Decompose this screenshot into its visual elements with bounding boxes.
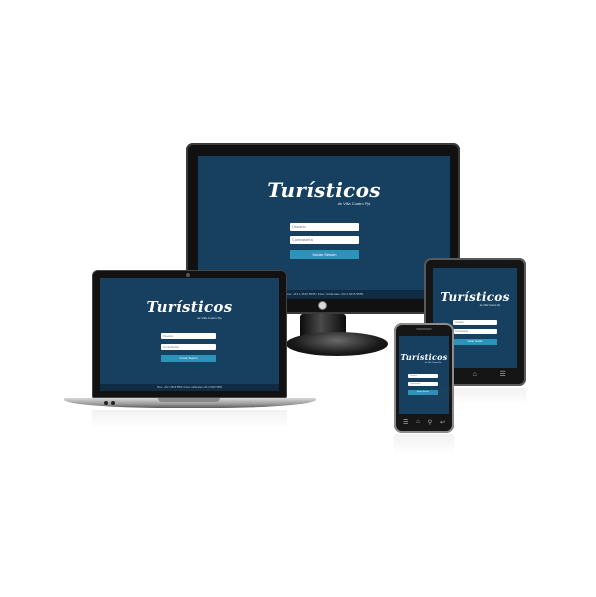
password-field[interactable]: Contraseña — [408, 382, 438, 386]
home-icon[interactable]: ⌂ — [416, 419, 420, 425]
username-field[interactable]: Usuario — [453, 320, 497, 325]
laptop-indicator-light — [104, 401, 108, 405]
laptop-indicator-light — [111, 401, 115, 405]
password-field[interactable]: Contraseña — [453, 329, 497, 334]
brand-logo-text: Turísticos — [267, 178, 381, 202]
password-field[interactable]: Contraseña — [161, 344, 216, 350]
login-button[interactable]: Iniciar Sesión — [290, 250, 359, 259]
brand-logo: Turísticos de Villa Cuatro Pjs — [100, 298, 279, 320]
brand-logo-subtitle: de Villa Cuatro Pjs — [424, 362, 442, 364]
laptop-screen: Turísticos de Villa Cuatro Pjs Usuario C… — [100, 278, 279, 391]
back-icon[interactable]: ↩ — [440, 419, 445, 426]
phone-reflection — [394, 434, 454, 454]
tablet-reflection — [424, 388, 526, 404]
brand-logo-text: Turísticos — [400, 352, 448, 362]
phone-nav-bar: ☰ ⌂ ⚲ ↩ — [399, 417, 449, 427]
brand-logo-subtitle: de Villa Cuatro Pjs — [197, 316, 222, 320]
username-field[interactable]: Usuario — [161, 333, 216, 339]
login-button[interactable]: Iniciar Sesión — [161, 355, 216, 362]
brand-logo-text: Turísticos — [146, 298, 233, 316]
search-icon[interactable]: ⚲ — [428, 419, 432, 426]
login-button[interactable]: Iniciar Sesión — [453, 339, 497, 345]
brand-logo-text: Turísticos — [440, 290, 510, 304]
webcam-icon — [186, 273, 190, 277]
brand-logo: Turísticos de Villa Cuatro Pjs — [433, 290, 517, 307]
brand-logo: Turísticos de Villa Cuatro Pjs — [198, 178, 450, 206]
brand-logo: Turísticos de Villa Cuatro Pjs — [399, 352, 449, 364]
username-field[interactable]: Usuario — [408, 374, 438, 378]
monitor-stand-base — [286, 332, 388, 356]
page-footer: Hine: +54 1 3515 5555 / Fixer: Adriandes… — [100, 384, 279, 391]
menu-icon[interactable]: ☰ — [499, 370, 505, 378]
username-field[interactable]: Usuario — [290, 223, 359, 231]
laptop-opening-notch — [158, 398, 220, 402]
password-field[interactable]: Contraseña — [290, 236, 359, 244]
brand-logo-subtitle: de Villa Cuatro Pjs — [479, 304, 501, 307]
power-icon[interactable] — [318, 301, 327, 310]
menu-icon[interactable]: ☰ — [403, 419, 408, 426]
phone-speaker — [416, 328, 432, 330]
laptop-reflection — [92, 410, 287, 428]
home-icon[interactable]: ⌂ — [473, 371, 477, 378]
